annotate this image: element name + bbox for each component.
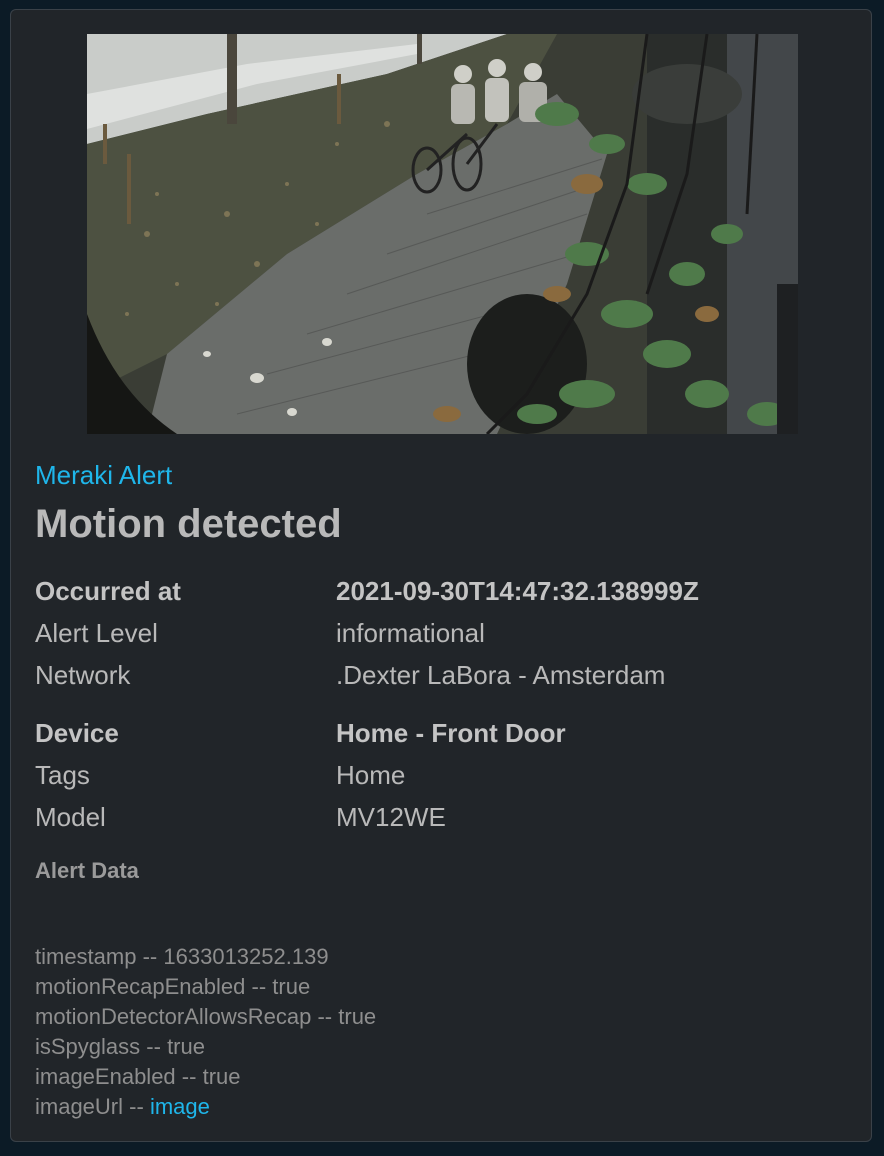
network-label: Network <box>35 660 131 690</box>
network-value: .Dexter LaBora - Amsterdam <box>336 660 666 690</box>
occurred-at-value: 2021-09-30T14:47:32.138999Z <box>336 576 699 606</box>
device-label: Device <box>35 718 119 748</box>
occurred-at-label: Occurred at <box>35 576 181 606</box>
alert-data-key: imageEnabled <box>35 1064 176 1089</box>
alert-data-value: true <box>167 1034 205 1059</box>
tags-label: Tags <box>35 760 90 790</box>
model-row: Model MV12WE <box>35 802 855 836</box>
alert-card: Meraki Alert Motion detected Occurred at… <box>10 9 872 1142</box>
alert-data-item: motionDetectorAllowsRecap -- true <box>35 1004 376 1030</box>
device-value: Home - Front Door <box>336 718 566 748</box>
alert-data-separator: -- <box>142 944 158 969</box>
image-url-link[interactable]: image <box>150 1094 210 1119</box>
meraki-alert-link[interactable]: Meraki Alert <box>35 460 172 491</box>
alert-data-value: true <box>338 1004 377 1029</box>
alert-data-value: 1633013252.139 <box>163 944 329 969</box>
alert-data-item: imageEnabled -- true <box>35 1064 241 1090</box>
camera-snapshot-image <box>87 34 798 434</box>
alert-title: Motion detected <box>35 502 342 546</box>
alert-data-key: motionDetectorAllowsRecap <box>35 1004 312 1029</box>
alert-data-key: isSpyglass <box>35 1034 141 1059</box>
alert-data-heading: Alert Data <box>35 858 139 883</box>
alert-data-separator: -- <box>146 1034 161 1059</box>
alert-level-value: informational <box>336 618 485 648</box>
device-row: Device Home - Front Door <box>35 718 855 752</box>
alert-data-item: motionRecapEnabled -- true <box>35 974 310 1000</box>
alert-level-label: Alert Level <box>35 618 158 648</box>
alert-data-separator: -- <box>317 1004 333 1029</box>
alert-data-value: true <box>202 1064 241 1089</box>
occurred-at-row: Occurred at 2021-09-30T14:47:32.138999Z <box>35 576 855 610</box>
alert-data-key: timestamp <box>35 944 137 969</box>
alert-data-separator: -- <box>129 1094 144 1119</box>
network-row: Network .Dexter LaBora - Amsterdam <box>35 660 855 694</box>
alert-data-item: imageUrl -- image <box>35 1094 210 1120</box>
alert-data-value: true <box>272 974 311 999</box>
tags-row: Tags Home <box>35 760 855 794</box>
alert-data-item: timestamp -- 1633013252.139 <box>35 944 329 970</box>
alert-data-separator: -- <box>251 974 267 999</box>
alert-data-item: isSpyglass -- true <box>35 1034 205 1060</box>
alert-level-row: Alert Level informational <box>35 618 855 652</box>
model-label: Model <box>35 802 106 832</box>
model-value: MV12WE <box>336 802 446 832</box>
tags-value: Home <box>336 760 406 790</box>
alert-data-key: imageUrl <box>35 1094 124 1119</box>
alert-data-key: motionRecapEnabled <box>35 974 246 999</box>
alert-data-separator: -- <box>181 1064 197 1089</box>
